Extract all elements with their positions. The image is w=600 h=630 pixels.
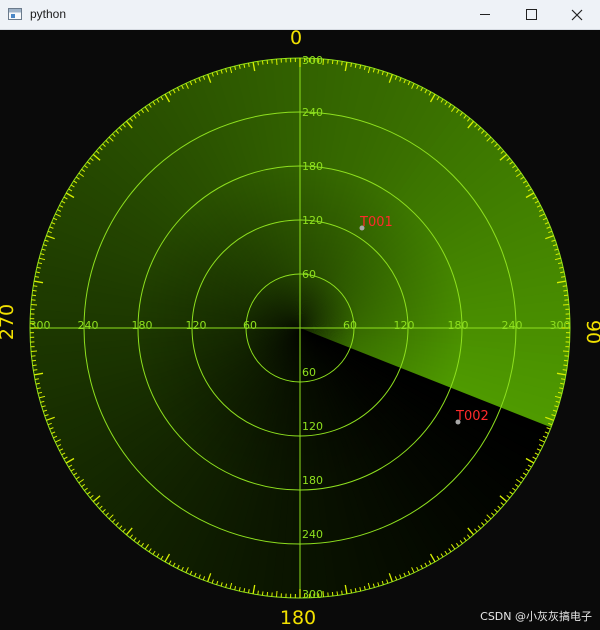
range-label: 180 (132, 319, 153, 332)
close-button[interactable] (554, 0, 600, 30)
bearing-tick (563, 294, 569, 297)
bearing-tick (336, 591, 339, 596)
bearing-tick (30, 350, 38, 352)
bearing-label-90: 90 (582, 320, 600, 344)
bearing-tick (257, 590, 259, 595)
range-label: 120 (302, 420, 323, 433)
title-bar: python (0, 0, 600, 30)
bearing-tick (34, 378, 39, 380)
target-label: T001 (359, 215, 393, 230)
bearing-tick (30, 304, 38, 306)
bearing-tick (331, 591, 334, 597)
range-label: 300 (30, 319, 51, 332)
bearing-tick (562, 350, 570, 352)
bearing-tick (350, 62, 352, 67)
bearing-tick (248, 62, 250, 67)
range-label: 180 (302, 474, 323, 487)
python-app-icon (8, 8, 22, 20)
bearing-tick (261, 60, 264, 65)
bearing-tick (31, 294, 37, 297)
bearing-tick (331, 59, 334, 65)
minimize-button[interactable] (462, 0, 508, 30)
range-label: 120 (394, 319, 415, 332)
bearing-tick (266, 59, 269, 65)
target-label: T002 (455, 409, 489, 424)
watermark: CSDN @小灰灰搞电子 (480, 610, 592, 623)
range-label: 240 (78, 319, 99, 332)
close-icon (571, 9, 583, 21)
range-label: 60 (302, 366, 316, 379)
bearing-tick (33, 285, 38, 287)
range-label: 120 (302, 214, 323, 227)
range-label: 180 (448, 319, 469, 332)
range-label: 240 (302, 106, 323, 119)
bearing-tick (32, 364, 37, 367)
bearing-tick (341, 590, 343, 595)
window-title: python (30, 7, 67, 21)
bearing-tick (31, 359, 37, 362)
bearing-tick (562, 369, 567, 371)
range-label: 60 (302, 268, 316, 281)
bearing-label-270: 270 (0, 304, 18, 340)
bearing-tick (322, 58, 324, 66)
target-t001[interactable]: T001 (359, 215, 393, 231)
bearing-tick (561, 378, 566, 380)
bearing-tick (341, 61, 343, 66)
bearing-tick (248, 589, 250, 594)
range-label: 300 (302, 54, 323, 67)
bearing-tick (261, 591, 264, 596)
range-label: 300 (302, 588, 323, 601)
bearing-tick (562, 304, 570, 306)
range-label: 60 (243, 319, 257, 332)
range-label: 240 (502, 319, 523, 332)
bearing-tick (350, 589, 352, 594)
radar-display: 60 60 60 60 120 120 120 120 180 180 180 180 240 240 24… (0, 30, 600, 629)
bearing-tick (561, 276, 566, 278)
target-t002[interactable]: T002 (455, 409, 489, 425)
range-label: 60 (343, 319, 357, 332)
bearing-tick (322, 590, 324, 598)
bearing-label-0: 0 (290, 30, 302, 49)
bearing-tick (34, 276, 39, 278)
bearing-tick (32, 289, 37, 292)
app-window: python 60 60 60 60 120 120 120 120 180 180 180 180 2… (0, 0, 600, 630)
bearing-tick (563, 364, 568, 367)
bearing-tick (33, 369, 38, 371)
range-label: 300 (550, 319, 571, 332)
bearing-tick (276, 590, 278, 598)
bearing-tick (563, 359, 569, 362)
maximize-button[interactable] (508, 0, 554, 30)
bearing-label-180: 180 (280, 607, 316, 629)
range-label: 240 (302, 528, 323, 541)
bearing-tick (276, 58, 278, 66)
bearing-tick (563, 289, 568, 292)
bearing-tick (562, 285, 567, 287)
bearing-tick (266, 591, 269, 597)
bearing-tick (257, 61, 259, 66)
range-label: 120 (186, 319, 207, 332)
range-label: 180 (302, 160, 323, 173)
bearing-tick (336, 60, 339, 65)
